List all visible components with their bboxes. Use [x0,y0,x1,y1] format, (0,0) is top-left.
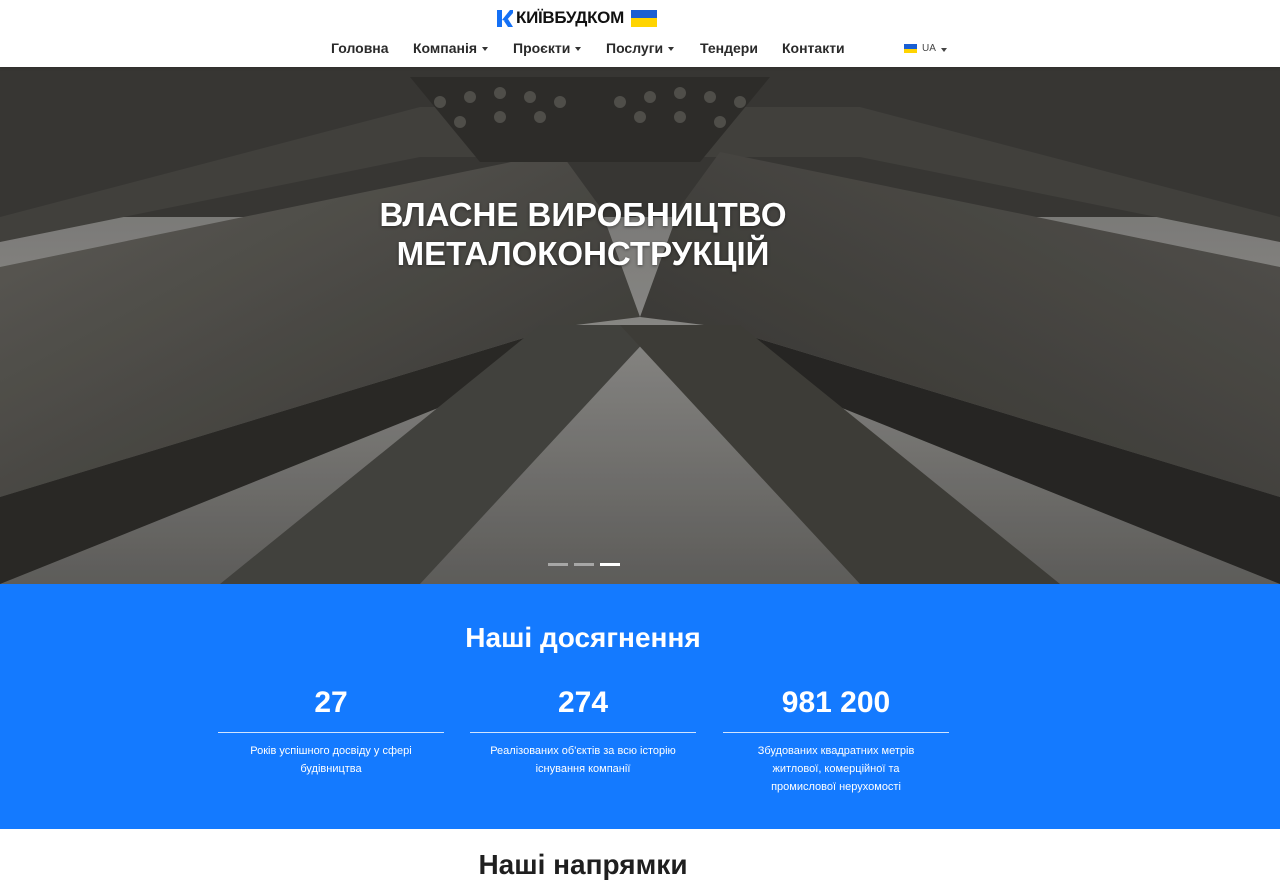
nav-item-label: Тендери [700,40,758,56]
nav-item-services[interactable]: Послуги [606,40,675,56]
brand-name: КИЇВБУДКОМ [516,8,624,27]
stat-description: Реалізованих об'єктів за всю історію існ… [490,745,676,775]
stat-card: 981 200 Збудованих квадратних метрів жит… [723,684,949,796]
nav-item-tenders[interactable]: Тендери [700,40,758,56]
stat-value: 981 200 [781,686,891,719]
directions-title: Наші напрямки [478,849,688,880]
chevron-down-icon [482,47,489,51]
hero-slider: ВЛАСНЕ ВИРОБНИЦТВО МЕТАЛОКОНСТРУКЦІЙ [0,67,1280,584]
ukraine-flag-icon [630,9,657,27]
stat-divider [218,732,444,733]
stat-divider [723,732,949,733]
chevron-down-icon [940,47,947,52]
ukraine-flag-icon [904,44,917,53]
hero-background-image [0,67,1280,584]
slider-dot-3[interactable] [600,563,620,566]
slider-dot-2[interactable] [574,563,594,566]
hero-title-line-2: МЕТАЛОКОНСТРУКЦІЙ [396,235,770,272]
stat-value: 274 [557,686,609,719]
achievements-title: Наші досягнення [465,622,701,653]
stat-card: 27 Років успішного досвіду у сфері будів… [218,684,444,778]
chevron-down-icon [575,47,582,51]
stat-divider [470,732,696,733]
nav-item-projects[interactable]: Проєкти [513,40,582,56]
nav-item-label: Послуги [606,40,664,56]
nav-item-label: Компанія [413,40,478,56]
k-logo-icon [497,9,513,27]
chevron-down-icon [668,47,675,51]
nav-item-label: Проєкти [513,40,571,56]
nav-item-label: Головна [331,40,389,56]
stat-value: 27 [314,686,348,719]
stat-description: Збудованих квадратних метрів житлової, к… [757,745,915,793]
site-header: КИЇВБУДКОМ Головна Компанія Проєкти Посл… [0,0,1280,67]
nav-item-home[interactable]: Головна [331,40,389,56]
language-label: UA [922,43,936,54]
hero-title: ВЛАСНЕ ВИРОБНИЦТВО МЕТАЛОКОНСТРУКЦІЙ [0,195,1166,273]
stat-card: 274 Реалізованих об'єктів за всю історію… [470,684,696,778]
slider-dot-1[interactable] [548,563,568,566]
hero-title-line-1: ВЛАСНЕ ВИРОБНИЦТВО [379,196,787,233]
nav-item-label: Контакти [782,40,845,56]
slider-pagination [548,563,620,566]
site-logo[interactable]: КИЇВБУДКОМ [497,8,657,28]
language-selector[interactable]: UA [904,43,947,54]
nav-item-contacts[interactable]: Контакти [782,40,845,56]
stat-description: Років успішного досвіду у сфері будівниц… [250,745,412,775]
main-nav: Головна Компанія Проєкти Послуги Тендери… [0,40,1280,60]
achievements-section: Наші досягнення 27 Років успішного досві… [0,584,1280,829]
nav-item-company[interactable]: Компанія [413,40,489,56]
